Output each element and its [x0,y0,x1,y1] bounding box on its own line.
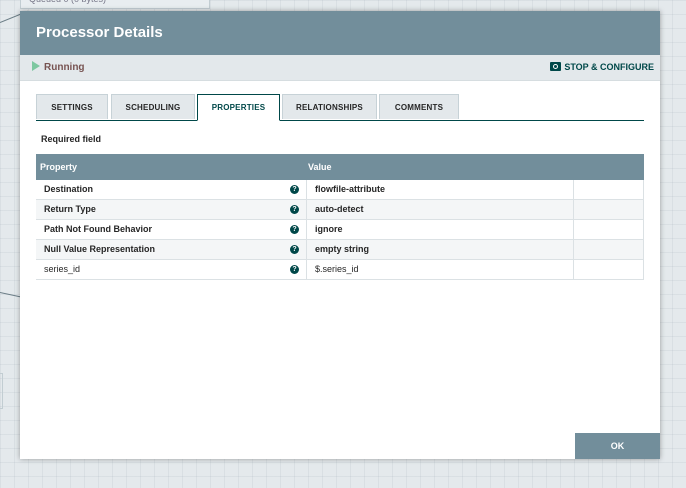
run-status-label: Running [44,62,85,73]
property-value: ignore [315,224,343,234]
tab-bar: SETTINGS SCHEDULING PROPERTIES RELATIONS… [36,94,644,121]
property-cell: Path Not Found Behavior ? [36,220,307,239]
tab-settings[interactable]: SETTINGS [36,94,108,119]
property-value: auto-detect [315,204,364,214]
help-icon[interactable]: ? [290,225,299,234]
property-value: $.series_id [315,264,359,274]
help-icon[interactable]: ? [290,265,299,274]
property-value: flowfile-attribute [315,184,385,194]
value-cell[interactable]: flowfile-attribute [307,180,574,199]
column-header-property: Property [40,162,78,172]
actions-cell [573,260,644,279]
property-cell: Return Type ? [36,200,307,219]
property-cell: Null Value Representation ? [36,240,307,259]
status-bar: Running STOP & CONFIGURE [20,55,660,81]
property-cell: Destination ? [36,180,307,199]
stop-configure-label: STOP & CONFIGURE [564,62,654,72]
stop-configure-button[interactable]: STOP & CONFIGURE [550,55,654,80]
help-icon[interactable]: ? [290,185,299,194]
help-icon[interactable]: ? [290,245,299,254]
property-cell: series_id ? [36,260,307,279]
actions-cell [573,180,644,199]
help-icon[interactable]: ? [290,205,299,214]
property-name: Destination [44,184,94,194]
table-row[interactable]: Null Value Representation ? empty string [36,240,644,260]
value-cell[interactable]: ignore [307,220,574,239]
queued-label: Queued 0 (0 bytes) [20,0,210,9]
property-value: empty string [315,244,370,254]
property-name: Path Not Found Behavior [44,224,152,234]
tab-scheduling[interactable]: SCHEDULING [111,94,195,119]
value-cell[interactable]: auto-detect [307,200,574,219]
property-name: series_id [44,264,81,274]
property-name: Return Type [44,204,96,214]
required-field-label: Required field [41,134,102,144]
table-row[interactable]: Path Not Found Behavior ? ignore [36,220,644,240]
property-name: Null Value Representation [44,244,156,254]
table-row[interactable]: Return Type ? auto-detect [36,200,644,220]
table-row[interactable]: series_id ? $.series_id [36,260,644,280]
canvas-component-edge [0,373,3,409]
tab-properties[interactable]: PROPERTIES [197,94,280,121]
properties-table: Property Value Destination ? flowfile-at… [36,154,644,280]
value-cell[interactable]: $.series_id [307,260,574,279]
actions-cell [573,240,644,259]
stop-configure-icon [550,62,562,71]
tab-comments[interactable]: COMMENTS [379,94,459,119]
actions-cell [573,220,644,239]
dialog-title: Processor Details [20,11,660,55]
table-header: Property Value [36,154,644,180]
tab-relationships[interactable]: RELATIONSHIPS [282,94,377,119]
play-icon [32,61,40,71]
table-row[interactable]: Destination ? flowfile-attribute [36,180,644,200]
run-status: Running [32,55,85,80]
column-header-value: Value [308,162,332,172]
actions-cell [573,200,644,219]
value-cell[interactable]: empty string [307,240,574,259]
processor-details-dialog: Processor Details Running STOP & CONFIGU… [20,11,660,459]
ok-button[interactable]: OK [575,433,660,459]
